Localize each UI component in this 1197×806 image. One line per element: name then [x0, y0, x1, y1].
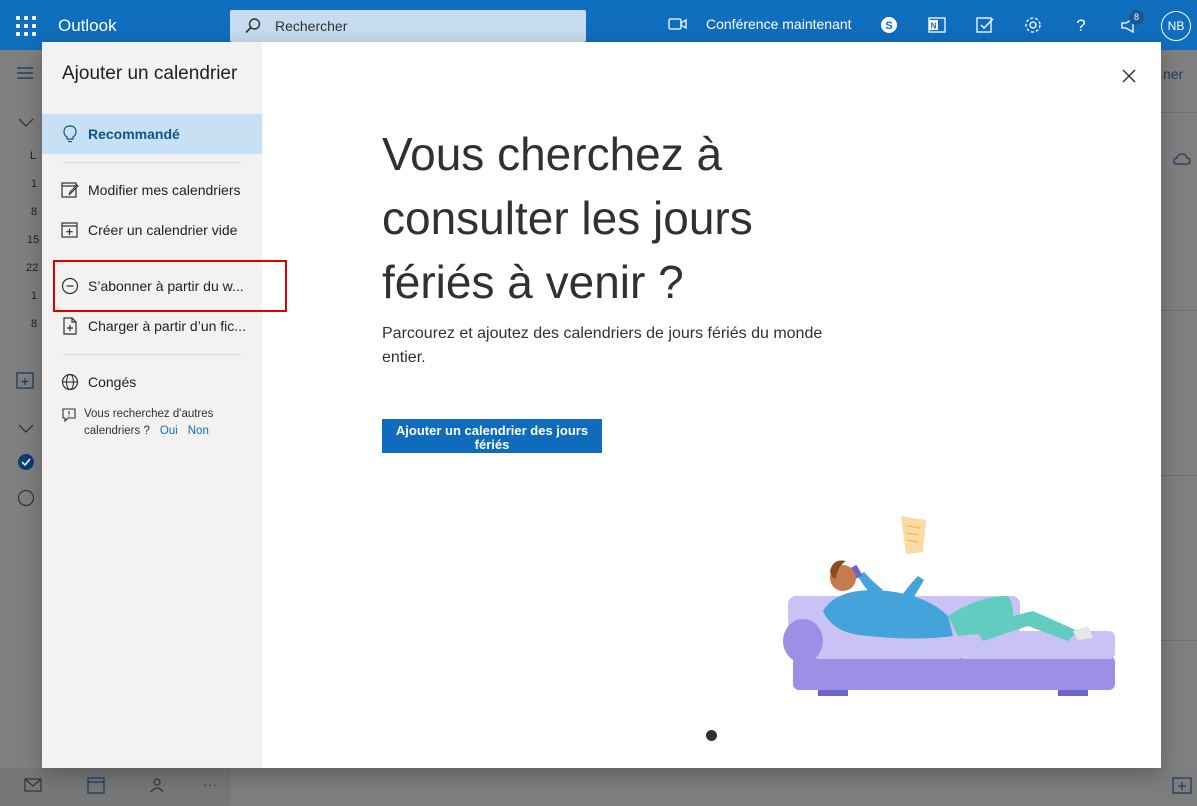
sidebar-item-label: Congés	[88, 374, 137, 390]
cloud-icon	[1173, 153, 1191, 165]
calendar-add-icon	[61, 221, 79, 239]
background-right-panel: ner	[1161, 50, 1197, 806]
sidebar-item-label: Créer un calendrier vide	[88, 222, 238, 238]
calendar-icon	[16, 372, 34, 389]
chevron-down-icon	[18, 118, 34, 127]
search-box[interactable]: Rechercher	[230, 10, 586, 42]
svg-text:N: N	[931, 22, 937, 31]
promo-subtext: Parcourez et ajoutez des calendriers de …	[382, 325, 823, 366]
edit-calendar-icon	[61, 181, 79, 199]
onenote-icon[interactable]: N	[926, 14, 948, 36]
divider	[1161, 310, 1197, 311]
help-icon[interactable]: ?	[1070, 14, 1092, 36]
rail-number: 8	[31, 318, 38, 330]
mail-icon	[24, 778, 42, 792]
rail-number: 1	[31, 290, 38, 302]
empty-circle-icon	[17, 489, 35, 507]
hamburger-icon	[17, 67, 33, 79]
sidebar-divider	[62, 162, 242, 163]
sidebar-item-create-blank[interactable]: Créer un calendrier vide	[42, 210, 262, 250]
globe-icon	[61, 373, 79, 391]
chevron-down-icon	[18, 424, 34, 433]
sidebar-item-edit-calendars[interactable]: Modifier mes calendriers	[42, 170, 262, 210]
calendar-add-icon	[1172, 777, 1192, 794]
notification-badge: 8	[1129, 10, 1144, 25]
dialog-sidebar: Ajouter un calendrier Recommandé Modifie…	[42, 42, 262, 768]
avatar[interactable]: NB	[1161, 11, 1191, 41]
background-bottom-bar: ···	[0, 768, 1197, 806]
video-camera-icon	[668, 18, 687, 30]
more-icon: ···	[203, 776, 217, 792]
feedback-icon	[62, 408, 76, 422]
divider	[1161, 640, 1197, 641]
close-icon[interactable]	[1119, 66, 1139, 86]
meet-now-label: Conférence maintenant	[706, 16, 852, 32]
sidebar-item-upload-file[interactable]: Charger à partir d’un fic...	[42, 306, 262, 346]
sidebar-item-label: Charger à partir d’un fic...	[88, 318, 246, 334]
svg-text:S: S	[885, 20, 892, 32]
annotation-highlight-box	[53, 260, 287, 312]
skype-icon[interactable]: S	[878, 14, 900, 36]
calendar-icon	[87, 777, 105, 794]
promo-headline: Vous cherchez à consulter les jours féri…	[382, 128, 753, 308]
pagination-dot[interactable]	[706, 730, 717, 741]
lightbulb-icon	[61, 125, 79, 143]
add-holiday-calendar-button[interactable]: Ajouter un calendrier des jours fériés	[382, 419, 602, 453]
sidebar-item-recommended[interactable]: Recommandé	[42, 114, 262, 154]
add-calendar-dialog: Ajouter un calendrier Recommandé Modifie…	[42, 42, 1161, 768]
gear-icon[interactable]	[1022, 14, 1044, 36]
file-upload-icon	[61, 317, 79, 335]
background-left-rail: L 1 8 15 22 1 8	[0, 50, 42, 806]
divider	[1161, 112, 1197, 113]
dialog-title: Ajouter un calendrier	[62, 63, 238, 84]
meet-now-button[interactable]: Conférence maintenant	[668, 16, 852, 32]
search-placeholder: Rechercher	[275, 18, 348, 34]
rail-number: 8	[31, 206, 38, 218]
rail-number: 22	[26, 262, 39, 274]
feedback-no-link[interactable]: Non	[188, 425, 209, 437]
svg-text:?: ?	[1076, 16, 1085, 35]
checked-circle-icon	[18, 454, 34, 470]
my-day-icon[interactable]	[974, 14, 996, 36]
feedback-yes-link[interactable]: Oui	[160, 425, 178, 437]
divider	[1161, 475, 1197, 476]
sidebar-item-label: Recommandé	[88, 126, 180, 142]
feedback-prompt: Vous recherchez d'autres calendriers ? Ou…	[62, 406, 252, 440]
module-switcher: ···	[0, 768, 231, 806]
sidebar-item-label: Modifier mes calendriers	[88, 182, 241, 198]
people-icon	[150, 778, 164, 793]
rail-number: 1	[31, 178, 38, 190]
sidebar-item-holidays[interactable]: Congés	[42, 362, 262, 402]
rail-number: 15	[27, 234, 40, 246]
app-launcher-icon[interactable]	[14, 14, 38, 38]
search-icon	[245, 18, 261, 34]
sidebar-divider	[62, 354, 242, 355]
rail-number: L	[30, 150, 37, 162]
background-peek-text: ner	[1163, 66, 1184, 82]
app-name[interactable]: Outlook	[58, 16, 117, 36]
person-on-couch-illustration	[783, 516, 1115, 696]
